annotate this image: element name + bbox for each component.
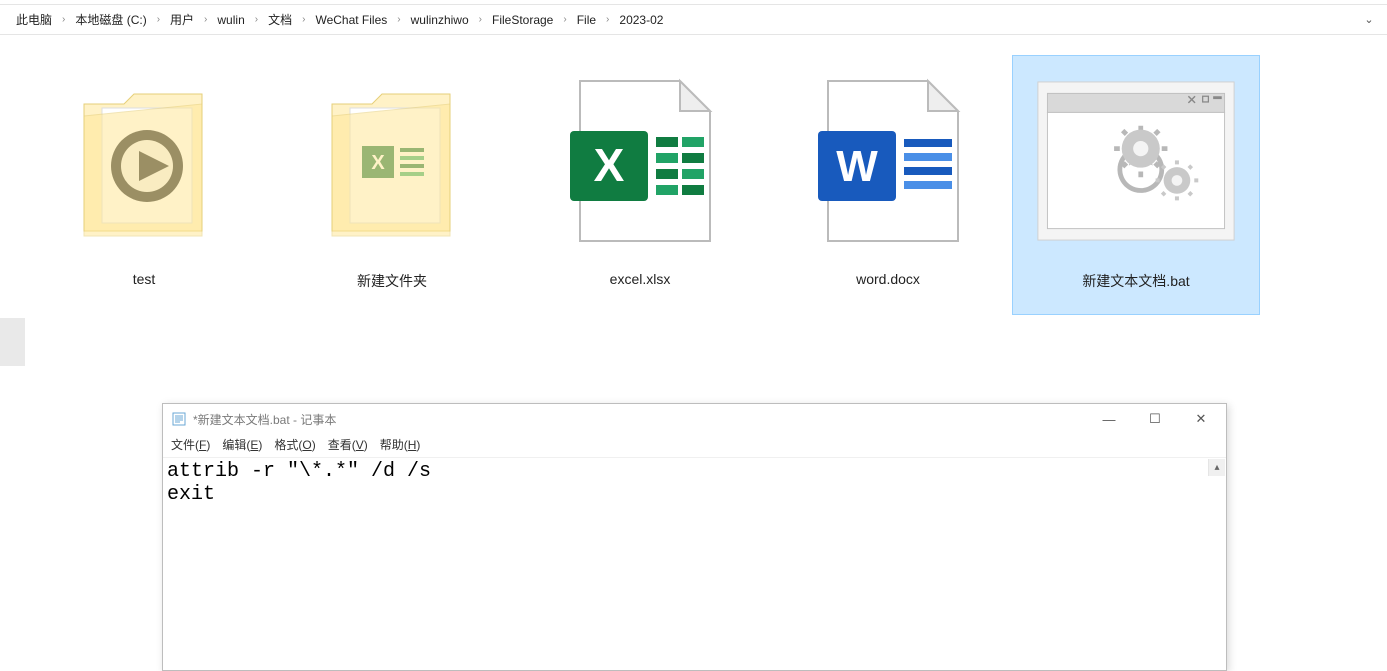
- breadcrumb-separator[interactable]: ›: [251, 14, 262, 25]
- breadcrumb-separator[interactable]: ›: [602, 14, 613, 25]
- notepad-menubar: 文件(F) 编辑(E) 格式(O) 查看(V) 帮助(H): [163, 434, 1226, 458]
- content-area: test X 新建文件夹 X excel.xlsx W word.d: [0, 35, 1387, 638]
- notepad-textarea[interactable]: attrib -r "\*.*" /d /s exit: [163, 458, 1226, 670]
- minimize-button[interactable]: ―: [1086, 404, 1132, 434]
- menu-help[interactable]: 帮助(H): [380, 436, 421, 453]
- svg-text:X: X: [594, 139, 625, 191]
- file-grid: test X 新建文件夹 X excel.xlsx W word.d: [0, 35, 1387, 315]
- breadcrumb-separator[interactable]: ›: [200, 14, 211, 25]
- menu-view[interactable]: 查看(V): [328, 436, 368, 453]
- maximize-button[interactable]: ☐: [1132, 404, 1178, 434]
- excel-icon: X: [540, 61, 740, 261]
- breadcrumb[interactable]: 此电脑›本地磁盘 (C:)›用户›wulin›文档›WeChat Files›w…: [8, 9, 1359, 30]
- file-item[interactable]: X 新建文件夹: [268, 55, 516, 315]
- chevron-down-icon[interactable]: ⌄: [1359, 13, 1379, 26]
- bat-icon: [1036, 61, 1236, 261]
- menu-format[interactable]: 格式(O): [274, 436, 315, 453]
- word-icon: W: [788, 61, 988, 261]
- address-bar: 此电脑›本地磁盘 (C:)›用户›wulin›文档›WeChat Files›w…: [0, 5, 1387, 35]
- folder-media-icon: [44, 61, 244, 261]
- breadcrumb-item[interactable]: 此电脑: [12, 9, 56, 30]
- svg-text:W: W: [836, 142, 878, 191]
- menu-file[interactable]: 文件(F): [171, 436, 210, 453]
- side-stub: [0, 318, 25, 366]
- notepad-icon: [171, 411, 187, 427]
- breadcrumb-item[interactable]: FileStorage: [488, 11, 557, 29]
- file-label: 新建文本文档.bat: [1082, 271, 1189, 291]
- breadcrumb-item[interactable]: 2023-02: [615, 11, 667, 29]
- menu-edit[interactable]: 编辑(E): [222, 436, 262, 453]
- file-label: excel.xlsx: [610, 271, 671, 287]
- breadcrumb-separator[interactable]: ›: [298, 14, 309, 25]
- breadcrumb-item[interactable]: wulinzhiwo: [407, 11, 473, 29]
- breadcrumb-separator[interactable]: ›: [559, 14, 570, 25]
- close-button[interactable]: ✕: [1178, 404, 1224, 434]
- file-label: word.docx: [856, 271, 920, 287]
- breadcrumb-separator[interactable]: ›: [58, 14, 69, 25]
- breadcrumb-item[interactable]: 本地磁盘 (C:): [71, 9, 150, 30]
- file-item[interactable]: W word.docx: [764, 55, 1012, 315]
- notepad-window: *新建文本文档.bat - 记事本 ― ☐ ✕ 文件(F) 编辑(E) 格式(O…: [162, 403, 1227, 671]
- breadcrumb-item[interactable]: wulin: [213, 11, 248, 29]
- file-label: 新建文件夹: [357, 271, 427, 291]
- breadcrumb-separator[interactable]: ›: [393, 14, 404, 25]
- breadcrumb-item[interactable]: 用户: [166, 9, 198, 30]
- file-label: test: [133, 271, 156, 287]
- breadcrumb-item[interactable]: 文档: [264, 9, 296, 30]
- file-item[interactable]: 新建文本文档.bat: [1012, 55, 1260, 315]
- breadcrumb-item[interactable]: File: [573, 11, 600, 29]
- notepad-title: *新建文本文档.bat - 记事本: [193, 411, 1086, 428]
- breadcrumb-separator[interactable]: ›: [475, 14, 486, 25]
- breadcrumb-item[interactable]: WeChat Files: [311, 11, 391, 29]
- notepad-titlebar[interactable]: *新建文本文档.bat - 记事本 ― ☐ ✕: [163, 404, 1226, 434]
- file-item[interactable]: test: [20, 55, 268, 315]
- folder-files-icon: X: [292, 61, 492, 261]
- breadcrumb-separator[interactable]: ›: [153, 14, 164, 25]
- file-item[interactable]: X excel.xlsx: [516, 55, 764, 315]
- scroll-up-button[interactable]: ▴: [1208, 459, 1225, 476]
